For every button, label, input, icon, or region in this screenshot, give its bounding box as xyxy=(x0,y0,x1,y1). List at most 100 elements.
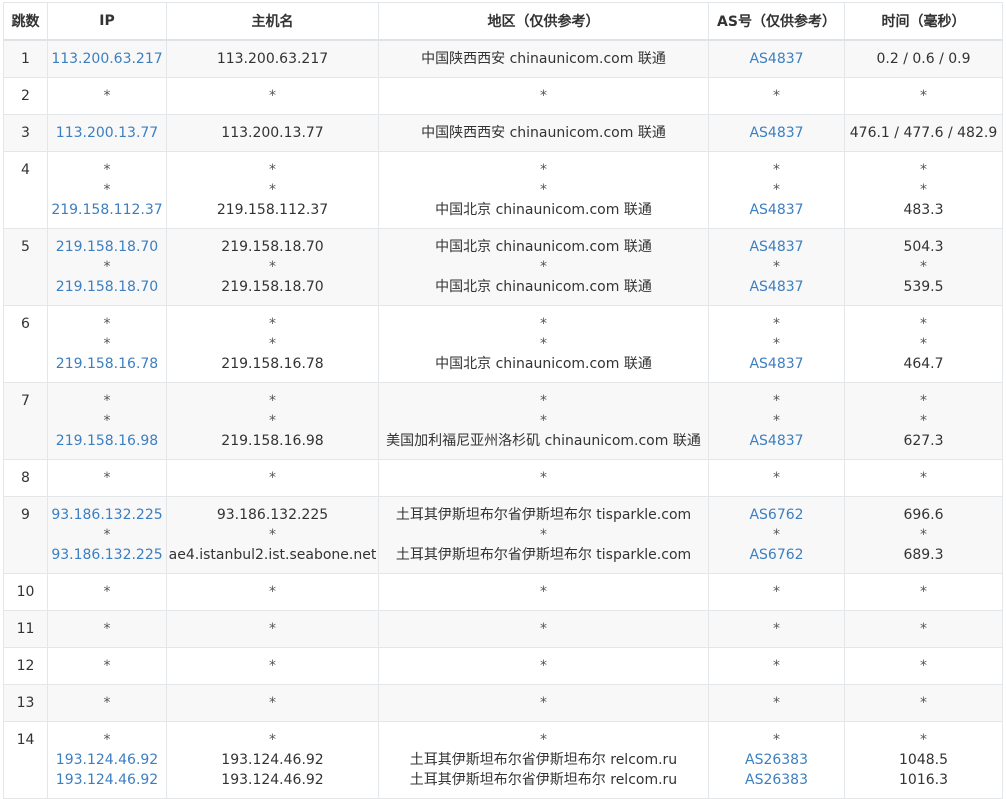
as-link[interactable]: AS4837 xyxy=(710,123,844,143)
host-value: 113.200.13.77 xyxy=(221,125,324,141)
as-empty-marker: * xyxy=(773,621,780,637)
region-empty-marker: * xyxy=(540,527,547,543)
region-empty-marker: * xyxy=(540,182,547,198)
host-empty-marker: * xyxy=(269,88,276,104)
as-link[interactable]: AS6762 xyxy=(710,545,844,565)
hop-cell: 5 xyxy=(3,228,48,306)
hop-number: 13 xyxy=(16,695,35,711)
host-value: 219.158.16.98 xyxy=(221,433,324,449)
as-link[interactable]: AS4837 xyxy=(710,200,844,220)
hop-number: 10 xyxy=(16,584,35,600)
table-row: 13 * * * * * xyxy=(3,684,1003,722)
region-value: 美国加利福尼亚州洛杉矶 chinaunicom.com 联通 xyxy=(386,433,701,449)
as-link[interactable]: AS4837 xyxy=(710,237,844,257)
as-link[interactable]: AS6762 xyxy=(710,505,844,525)
host-empty-marker: * xyxy=(269,695,276,711)
region-value: 中国北京 chinaunicom.com 联通 xyxy=(435,239,652,255)
region-cell: * * 中国北京 chinaunicom.com 联通 xyxy=(378,305,709,383)
host-empty-marker: * xyxy=(269,470,276,486)
hop-number: 12 xyxy=(16,658,35,674)
ip-cell: * * 219.158.16.78 xyxy=(47,305,167,383)
ip-empty-marker: * xyxy=(103,527,111,543)
host-empty-marker: * xyxy=(269,527,276,543)
region-cell: * xyxy=(378,573,709,611)
as-cell: * xyxy=(708,77,845,115)
time-cell: * * 464.7 xyxy=(844,305,1003,383)
region-cell: * xyxy=(378,77,709,115)
region-cell: * xyxy=(378,684,709,722)
time-cell: 476.1 / 477.6 / 482.9 xyxy=(844,114,1003,152)
host-empty-marker: * xyxy=(269,162,276,178)
table-row: 14 * 193.124.46.92 193.124.46.92 * 193.124.46… xyxy=(3,721,1003,799)
time-empty-marker: * xyxy=(920,621,927,637)
ip-empty-marker: * xyxy=(103,621,111,637)
time-empty-marker: * xyxy=(920,658,927,674)
region-empty-marker: * xyxy=(540,413,547,429)
ip-empty-marker: * xyxy=(103,584,111,600)
as-link[interactable]: AS4837 xyxy=(710,354,844,374)
as-cell: * xyxy=(708,684,845,722)
hop-number: 9 xyxy=(21,507,30,523)
region-cell: * 土耳其伊斯坦布尔省伊斯坦布尔 relcom.ru 土耳其伊斯坦布尔省伊斯坦布尔 … xyxy=(378,721,709,799)
ip-empty-marker: * xyxy=(103,259,111,275)
hop-cell: 12 xyxy=(3,647,48,685)
host-empty-marker: * xyxy=(269,584,276,600)
ip-link[interactable]: 193.124.46.92 xyxy=(49,750,166,770)
host-value: 219.158.112.37 xyxy=(216,202,329,218)
host-cell: 113.200.63.217 xyxy=(166,39,379,78)
ip-cell: * 193.124.46.92 193.124.46.92 xyxy=(47,721,167,799)
ip-link[interactable]: 113.200.13.77 xyxy=(49,123,166,143)
ip-link[interactable]: 113.200.63.217 xyxy=(49,49,166,69)
table-row: 5 219.158.18.70 * 219.158.18.70 219.158.18.7… xyxy=(3,228,1003,306)
host-value: 219.158.18.70 xyxy=(221,279,324,295)
ip-link[interactable]: 219.158.112.37 xyxy=(49,200,166,220)
time-cell: 696.6 * 689.3 xyxy=(844,496,1003,574)
time-empty-marker: * xyxy=(920,316,927,332)
hop-number: 11 xyxy=(16,621,35,637)
ip-link[interactable]: 219.158.18.70 xyxy=(49,237,166,257)
ip-link[interactable]: 93.186.132.225 xyxy=(49,545,166,565)
ip-empty-marker: * xyxy=(103,336,111,352)
as-link[interactable]: AS4837 xyxy=(710,277,844,297)
table-row: 10 * * * * * xyxy=(3,573,1003,611)
table-row: 3 113.200.13.77 113.200.13.77 中国陕西西安 chinau… xyxy=(3,114,1003,152)
table-row: 9 93.186.132.225 * 93.186.132.225 93.186.132… xyxy=(3,496,1003,574)
time-value: 689.3 xyxy=(903,547,944,563)
as-link[interactable]: AS26383 xyxy=(710,750,844,770)
ip-link[interactable]: 93.186.132.225 xyxy=(49,505,166,525)
as-link[interactable]: AS26383 xyxy=(710,770,844,790)
as-empty-marker: * xyxy=(773,393,780,409)
ip-cell: * xyxy=(47,459,167,497)
as-cell: * * AS4837 xyxy=(708,151,845,229)
time-cell: * xyxy=(844,647,1003,685)
ip-link[interactable]: 219.158.16.98 xyxy=(49,431,166,451)
hop-cell: 14 xyxy=(3,721,48,799)
region-empty-marker: * xyxy=(540,393,547,409)
time-cell: * xyxy=(844,459,1003,497)
as-link[interactable]: AS4837 xyxy=(710,431,844,451)
host-cell: * xyxy=(166,573,379,611)
ip-link[interactable]: 219.158.18.70 xyxy=(49,277,166,297)
host-empty-marker: * xyxy=(269,621,276,637)
region-cell: * xyxy=(378,459,709,497)
region-value: 土耳其伊斯坦布尔省伊斯坦布尔 relcom.ru xyxy=(409,752,678,768)
ip-cell: * xyxy=(47,647,167,685)
time-empty-marker: * xyxy=(920,259,927,275)
hop-cell: 10 xyxy=(3,573,48,611)
traceroute-table: 跳数 IP 主机名 地区（仅供参考） AS号（仅供参考） 时间（毫秒） 1 1 13… xyxy=(3,2,1003,799)
ip-cell: 113.200.13.77 xyxy=(47,114,167,152)
region-empty-marker: * xyxy=(540,316,547,332)
time-empty-marker: * xyxy=(920,584,927,600)
host-empty-marker: * xyxy=(269,336,276,352)
table-header-row: 跳数 IP 主机名 地区（仅供参考） AS号（仅供参考） 时间（毫秒） xyxy=(3,2,1003,41)
ip-link[interactable]: 193.124.46.92 xyxy=(49,770,166,790)
as-link[interactable]: AS4837 xyxy=(710,49,844,69)
table-row: 4 * * 219.158.112.37 * * 219.158.112.37 * * 中国北京 … xyxy=(3,151,1003,229)
ip-empty-marker: * xyxy=(103,413,111,429)
as-cell: AS4837 xyxy=(708,39,845,78)
time-empty-marker: * xyxy=(920,336,927,352)
host-cell: * xyxy=(166,647,379,685)
time-cell: 0.2 / 0.6 / 0.9 xyxy=(844,39,1003,78)
region-cell: 中国陕西西安 chinaunicom.com 联通 xyxy=(378,114,709,152)
ip-link[interactable]: 219.158.16.78 xyxy=(49,354,166,374)
